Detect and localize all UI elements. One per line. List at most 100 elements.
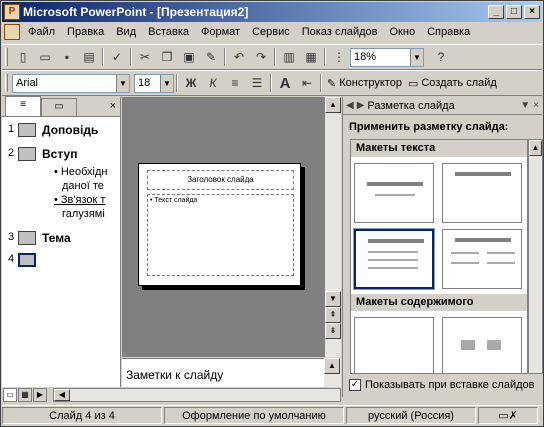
open-icon[interactable]: ▭: [34, 46, 56, 68]
scroll-left-icon[interactable]: ◀: [54, 389, 70, 401]
maximize-button[interactable]: □: [506, 5, 522, 19]
close-icon[interactable]: ×: [533, 100, 539, 111]
task-pane-scrollbar[interactable]: ▲: [528, 139, 543, 374]
text-layouts: [351, 158, 527, 290]
apply-layout-label: Применить разметку слайда:: [349, 121, 509, 133]
decrease-indent-icon[interactable]: ⇤: [296, 72, 318, 94]
layout-title-two-columns[interactable]: [442, 229, 522, 289]
show-on-insert-checkbox[interactable]: ✓: [349, 379, 361, 391]
layout-blank[interactable]: [354, 317, 434, 373]
bold-button[interactable]: Ж: [180, 72, 202, 94]
close-button[interactable]: ×: [524, 5, 540, 19]
notes-scrollbar[interactable]: ▲: [324, 358, 341, 387]
slide-canvas[interactable]: Заголовок слайда • Текст слайда: [138, 163, 301, 286]
outline-slide-2[interactable]: 2 Вступ: [8, 147, 120, 161]
spelling-icon[interactable]: ✓: [106, 46, 128, 68]
normal-view-icon[interactable]: ▭: [3, 388, 17, 402]
help-icon[interactable]: ?: [430, 46, 452, 68]
grid-icon[interactable]: ⋮: [328, 46, 350, 68]
minimize-button[interactable]: _: [488, 5, 504, 19]
horizontal-scrollbar[interactable]: ◀: [53, 388, 341, 402]
outline-bullet[interactable]: • Зв'язок т: [2, 193, 121, 207]
document-icon[interactable]: [4, 24, 20, 40]
menu-slideshow[interactable]: Показ слайдов: [296, 26, 384, 38]
table-icon[interactable]: ▦: [300, 46, 322, 68]
toolbar-grip[interactable]: [5, 74, 8, 92]
menu-help[interactable]: Справка: [421, 26, 476, 38]
font-size-select[interactable]: 18 ▼: [134, 73, 174, 93]
save-icon[interactable]: ▪: [56, 46, 78, 68]
increase-font-icon[interactable]: A: [274, 72, 296, 94]
slide-number: 1: [8, 123, 15, 135]
list-icon[interactable]: ☰: [246, 72, 268, 94]
layout-title-only[interactable]: [442, 163, 522, 223]
outline-bullet[interactable]: • Необхідн: [2, 165, 121, 179]
section-content-layouts[interactable]: Макеты содержимого: [351, 294, 527, 312]
chevron-down-icon[interactable]: ▼: [160, 74, 173, 92]
paste-icon[interactable]: ▣: [178, 46, 200, 68]
menu-window[interactable]: Окно: [384, 26, 422, 38]
body-placeholder[interactable]: • Текст слайда: [147, 194, 294, 276]
outline-bullet[interactable]: даної те: [2, 179, 121, 193]
window-title: Microsoft PowerPoint - [Презентация2]: [23, 5, 249, 19]
chart-icon[interactable]: ▥: [278, 46, 300, 68]
powerpoint-app-icon[interactable]: P: [4, 4, 20, 20]
vertical-scrollbar[interactable]: ▲ ▼ ⇞ ⇟: [324, 97, 341, 357]
format-painter-icon[interactable]: ✎: [200, 46, 222, 68]
slide-sorter-icon[interactable]: ▦: [18, 388, 32, 402]
title-placeholder[interactable]: Заголовок слайда: [147, 170, 294, 190]
outline-slide-3[interactable]: 3 Тема: [8, 231, 120, 245]
layout-title-and-text[interactable]: [353, 228, 435, 290]
spelling-status-icon[interactable]: ▭✗: [478, 407, 538, 424]
menu-format[interactable]: Формат: [195, 26, 246, 38]
align-icon[interactable]: ≡: [224, 72, 246, 94]
scroll-up-icon[interactable]: ▲: [529, 140, 542, 156]
outline-pane: ≡ ▭ × 1 Доповідь 2 Вступ • Необхідн дано…: [2, 96, 121, 387]
outline-slide-4[interactable]: 4: [8, 253, 120, 267]
next-slide-icon[interactable]: ⇟: [325, 323, 341, 339]
close-icon[interactable]: ×: [110, 100, 116, 112]
scroll-up-icon[interactable]: ▲: [324, 358, 340, 374]
scroll-up-icon[interactable]: ▲: [325, 97, 341, 113]
slideshow-icon[interactable]: ▶: [33, 388, 47, 402]
scroll-track[interactable]: [325, 113, 341, 291]
layout-title-slide[interactable]: [354, 163, 434, 223]
menu-file[interactable]: Файл: [22, 26, 61, 38]
designer-button[interactable]: ✎ Конструктор: [327, 77, 402, 90]
show-on-insert-option[interactable]: ✓ Показывать при вставке слайдов: [349, 379, 535, 391]
slide-layout-task-pane: ◀ ▶ Разметка слайда ▼ × Применить размет…: [342, 97, 543, 397]
section-text-layouts[interactable]: Макеты текста: [351, 140, 527, 158]
layout-content[interactable]: [442, 317, 522, 373]
designer-label: Конструктор: [339, 77, 402, 89]
menu-tools[interactable]: Сервис: [246, 26, 296, 38]
back-icon[interactable]: ◀: [346, 100, 354, 111]
chevron-down-icon[interactable]: ▼: [116, 74, 129, 92]
undo-icon[interactable]: ↶: [228, 46, 250, 68]
forward-icon[interactable]: ▶: [357, 100, 365, 111]
redo-icon[interactable]: ↷: [250, 46, 272, 68]
cut-icon[interactable]: ✂: [134, 46, 156, 68]
separator: [320, 74, 322, 92]
new-slide-button[interactable]: ▭ Создать слайд: [408, 77, 497, 90]
prev-slide-icon[interactable]: ⇞: [325, 307, 341, 323]
powerpoint-window: P Microsoft PowerPoint - [Презентация2] …: [0, 0, 544, 427]
chevron-down-icon[interactable]: ▼: [520, 100, 530, 111]
zoom-select[interactable]: 18% ▼: [350, 47, 424, 67]
menu-view[interactable]: Вид: [110, 26, 142, 38]
toolbar-grip[interactable]: [5, 48, 8, 66]
tab-slides[interactable]: ▭: [41, 98, 77, 116]
new-icon[interactable]: ▯: [12, 46, 34, 68]
outline-bullet[interactable]: галузямі: [2, 207, 121, 221]
font-select[interactable]: Arial ▼: [12, 73, 130, 93]
menu-edit[interactable]: Правка: [61, 26, 110, 38]
chevron-down-icon[interactable]: ▼: [410, 48, 423, 66]
title-bar: P Microsoft PowerPoint - [Презентация2] …: [2, 2, 542, 22]
menu-insert[interactable]: Вставка: [142, 26, 195, 38]
notes-pane[interactable]: Заметки к слайду: [122, 358, 324, 387]
tab-outline[interactable]: ≡: [5, 96, 41, 116]
italic-button[interactable]: К: [202, 72, 224, 94]
copy-icon[interactable]: ❐: [156, 46, 178, 68]
print-icon[interactable]: ▤: [78, 46, 100, 68]
scroll-down-icon[interactable]: ▼: [325, 291, 341, 307]
outline-slide-1[interactable]: 1 Доповідь: [8, 123, 120, 137]
